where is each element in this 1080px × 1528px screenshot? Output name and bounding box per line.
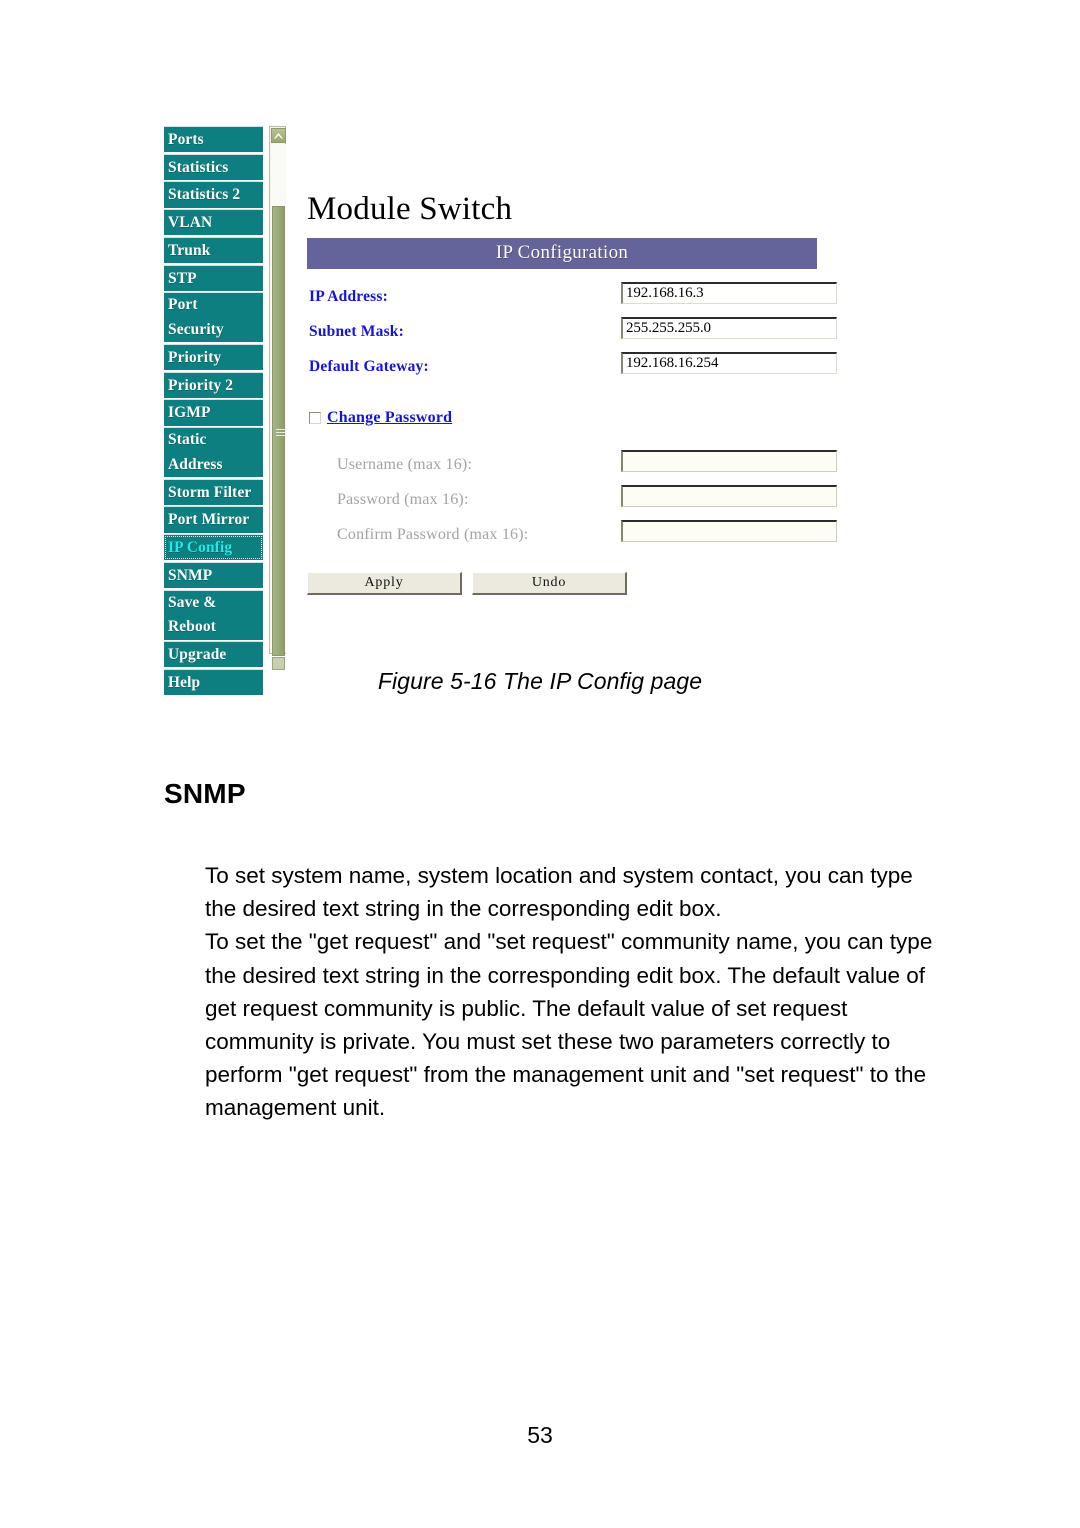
field-row-ip-address: IP Address: (307, 281, 880, 316)
sidebar-item-ports[interactable]: Ports (164, 126, 263, 153)
sidebar-item-label: Static (168, 431, 207, 449)
sidebar-item-ip-config[interactable]: IP Config (164, 534, 263, 561)
ip-config-screenshot: Ports Statistics Statistics 2 VLAN Trunk… (164, 126, 880, 696)
chevron-up-icon (273, 132, 284, 140)
sidebar-item-label: SNMP (168, 566, 213, 584)
sidebar-item-label: Trunk (168, 241, 211, 259)
section-heading-snmp: SNMP (164, 778, 246, 809)
sidebar-item-save-reboot[interactable]: Save & Reboot (164, 589, 263, 640)
sidebar-item-upgrade[interactable]: Upgrade (164, 641, 263, 668)
sidebar-item-statistics-2[interactable]: Statistics 2 (164, 181, 263, 208)
confirm-password-input[interactable] (621, 519, 837, 542)
sidebar-item-label-line2: Address (168, 455, 223, 473)
password-input[interactable] (621, 484, 837, 507)
confirm-password-label: Confirm Password (max 16): (337, 525, 529, 543)
scrollbar-grip-icon (276, 429, 285, 436)
figure-caption: Figure 5-16 The IP Config page (377, 668, 703, 694)
sidebar-item-label: IGMP (168, 404, 211, 422)
field-row-username: Username (max 16): (307, 449, 880, 484)
sidebar-item-label: Upgrade (168, 646, 227, 664)
scroll-up-button[interactable] (271, 128, 286, 143)
sidebar-item-label-line2: Security (168, 320, 224, 338)
section-body-snmp: To set system name, system location and … (205, 859, 935, 1125)
ip-address-input[interactable] (621, 281, 837, 304)
panel-banner: IP Configuration (307, 237, 817, 269)
change-password-row: Change Password (307, 407, 880, 435)
field-row-default-gateway: Default Gateway: (307, 351, 880, 386)
sidebar-item-label-line2: Reboot (168, 618, 216, 636)
sidebar-item-label: VLAN (168, 214, 213, 232)
sidebar-item-stp[interactable]: STP (164, 264, 263, 291)
sidebar-item-label: Priority (168, 348, 222, 366)
username-input[interactable] (621, 449, 837, 472)
sidebar-item-priority[interactable]: Priority (164, 343, 263, 371)
sidebar-item-label: STP (168, 269, 197, 287)
sidebar-item-vlan[interactable]: VLAN (164, 209, 263, 236)
scrollbar-thumb[interactable] (272, 206, 285, 656)
sidebar-nav: Ports Statistics Statistics 2 VLAN Trunk… (164, 126, 263, 697)
sidebar-item-label: Port (168, 296, 198, 314)
apply-button[interactable]: Apply (307, 571, 462, 595)
ip-config-panel: Module Switch IP Configuration IP Addres… (304, 126, 880, 604)
sidebar-item-label: Storm Filter (168, 483, 252, 501)
sidebar-item-storm-filter[interactable]: Storm Filter (164, 478, 263, 505)
form-button-row: Apply Undo (307, 571, 880, 604)
change-password-checkbox[interactable] (309, 411, 321, 424)
password-label: Password (max 16): (337, 490, 469, 508)
sidebar-item-port-security[interactable]: Port Security (164, 292, 263, 343)
sidebar-item-label: Port Mirror (168, 511, 250, 529)
sidebar-item-static-address[interactable]: Static Address (164, 427, 263, 478)
sidebar-item-label: Statistics (168, 158, 229, 176)
username-label: Username (max 16): (337, 455, 473, 473)
paragraph: To set the "get request" and "set reques… (205, 929, 933, 1121)
sidebar-item-igmp[interactable]: IGMP (164, 399, 263, 426)
sidebar-item-snmp[interactable]: SNMP (164, 561, 263, 589)
sidebar-item-statistics[interactable]: Statistics (164, 153, 263, 180)
sidebar-item-label: Save & (168, 593, 217, 611)
sidebar-item-label: IP Config (168, 539, 233, 557)
undo-button[interactable]: Undo (472, 571, 627, 595)
default-gateway-label: Default Gateway: (309, 357, 429, 375)
subnet-mask-input[interactable] (621, 316, 837, 339)
panel-title: Module Switch (307, 191, 513, 227)
field-row-confirm-password: Confirm Password (max 16): (307, 519, 880, 554)
sidebar-item-trunk[interactable]: Trunk (164, 236, 263, 264)
paragraph: To set system name, system location and … (205, 863, 913, 922)
sidebar-scrollbar[interactable] (269, 126, 286, 670)
change-password-label[interactable]: Change Password (327, 409, 452, 427)
sidebar-item-port-mirror[interactable]: Port Mirror (164, 506, 263, 533)
sidebar-item-label: Ports (168, 131, 204, 148)
sidebar-item-priority-2[interactable]: Priority 2 (164, 371, 263, 398)
field-row-subnet-mask: Subnet Mask: (307, 316, 880, 351)
sidebar-item-label: Priority 2 (168, 376, 234, 394)
field-row-password: Password (max 16): (307, 484, 880, 519)
ip-address-label: IP Address: (309, 287, 389, 305)
sidebar-item-label: Statistics 2 (168, 186, 241, 204)
default-gateway-input[interactable] (621, 351, 837, 374)
page-number: 53 (527, 1422, 553, 1448)
subnet-mask-label: Subnet Mask: (309, 322, 404, 340)
scrollbar-track[interactable] (271, 144, 286, 670)
